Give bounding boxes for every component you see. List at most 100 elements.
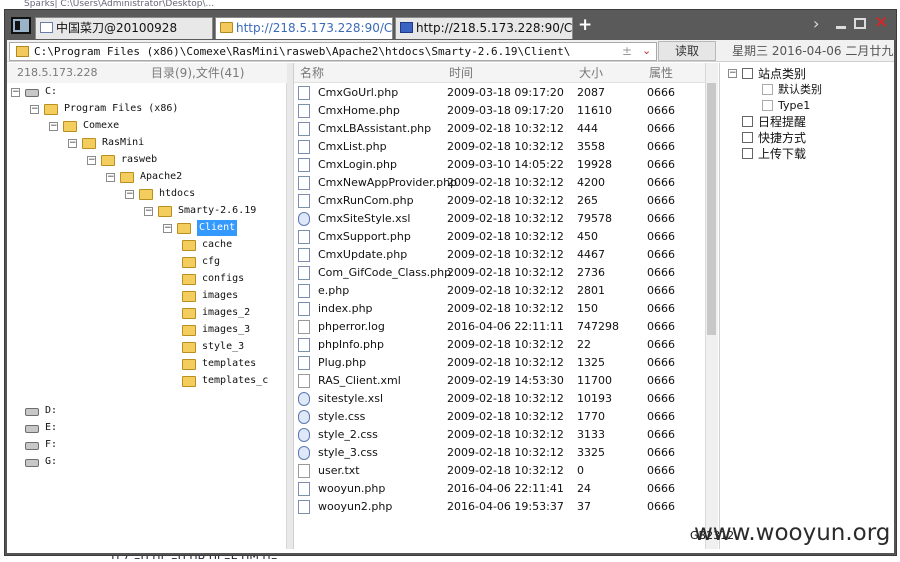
- folder-icon: [101, 155, 115, 166]
- table-row[interactable]: RAS_Client.xml 2009-02-19 14:53:30 11700 06…: [294, 372, 705, 390]
- php-file-icon: [298, 500, 310, 514]
- path-input[interactable]: C:\Program Files (x86)\Comexe\RasMini\ra…: [9, 42, 657, 61]
- table-row[interactable]: CmxRunCom.php 2009-02-18 10:32:12 265 0666: [294, 192, 705, 210]
- folder-icon: [182, 308, 196, 319]
- scrollbar-thumb[interactable]: [707, 83, 716, 335]
- column-attr[interactable]: 属性: [649, 65, 673, 81]
- table-row[interactable]: CmxUpdate.php 2009-02-18 10:32:12 4467 0666: [294, 246, 705, 264]
- column-size[interactable]: 大小: [579, 65, 603, 81]
- collapse-toggle[interactable]: −: [11, 88, 20, 97]
- table-row[interactable]: style.css 2009-02-18 10:32:12 1770 0666: [294, 408, 705, 426]
- tab-file-manager[interactable]: http://218.5.173.228:90/Clie...: [215, 17, 393, 39]
- collapse-toggle[interactable]: −: [30, 105, 39, 114]
- table-row[interactable]: CmxList.php 2009-02-18 10:32:12 3558 0666: [294, 138, 705, 156]
- collapse-toggle[interactable]: −: [728, 69, 737, 78]
- table-row[interactable]: Plug.php 2009-02-18 10:32:12 1325 0666: [294, 354, 705, 372]
- collapse-toggle[interactable]: −: [163, 224, 172, 233]
- file-time: 2009-02-18 10:32:12: [447, 266, 564, 279]
- side-panel-label: 上传下载: [758, 147, 807, 161]
- collapse-toggle[interactable]: −: [106, 173, 115, 182]
- folder-icon: [82, 138, 96, 149]
- tree-header: 218.5.173.228 目录(9),文件(41): [7, 63, 287, 83]
- tab-browser[interactable]: http://218.5.173.228:90/Clie...: [395, 17, 573, 39]
- collapse-toggle[interactable]: −: [87, 156, 96, 165]
- tree-node-label: Client: [197, 220, 238, 236]
- file-size: 747298: [577, 320, 619, 333]
- file-time: 2016-04-06 19:53:37: [447, 500, 564, 513]
- bookmark-toggle[interactable]: ±: [622, 43, 632, 59]
- file-attr: 0666: [647, 482, 675, 495]
- table-row[interactable]: CmxGoUrl.php 2009-03-18 09:17:20 2087 0666: [294, 84, 705, 102]
- table-row[interactable]: Com_GifCode_Class.php 2009-02-18 10:32:12…: [294, 264, 705, 282]
- file-attr: 0666: [647, 86, 675, 99]
- table-row[interactable]: CmxLBAssistant.php 2009-02-18 10:32:12 444…: [294, 120, 705, 138]
- tree-node-label: Program Files (x86): [64, 103, 179, 114]
- app-page-icon: [40, 22, 53, 33]
- php-file-icon: [298, 158, 310, 172]
- new-tab-button[interactable]: +: [578, 16, 592, 34]
- file-size: 2087: [577, 86, 605, 99]
- file-size: 150: [577, 302, 598, 315]
- table-row[interactable]: wooyun.php 2016-04-06 22:11:41 24 0666: [294, 480, 705, 498]
- table-row[interactable]: CmxHome.php 2009-03-18 09:17:20 11610 0666: [294, 102, 705, 120]
- file-attr: 0666: [647, 104, 675, 117]
- close-button[interactable]: ✕: [874, 14, 888, 32]
- folder-icon: [44, 104, 58, 115]
- file-list-header: 名称 时间 大小 属性: [294, 63, 705, 83]
- file-size: 450: [577, 230, 598, 243]
- collapse-toggle[interactable]: −: [125, 190, 134, 199]
- xsl-file-icon: [298, 212, 310, 226]
- file-attr: 0666: [647, 284, 675, 297]
- tree-node-label: cache: [202, 239, 233, 250]
- collapse-toggle[interactable]: −: [68, 139, 77, 148]
- file-time: 2009-02-18 10:32:12: [447, 122, 564, 135]
- file-attr: 0666: [647, 122, 675, 135]
- path-text: C:\Program Files (x86)\Comexe\RasMini\ra…: [34, 45, 571, 58]
- table-row[interactable]: user.txt 2009-02-18 10:32:12 0 0666: [294, 462, 705, 480]
- drive-icon: [25, 425, 39, 433]
- table-row[interactable]: style_3.css 2009-02-18 10:32:12 3325 0666: [294, 444, 705, 462]
- app-menu-button[interactable]: [11, 17, 31, 34]
- table-row[interactable]: index.php 2009-02-18 10:32:12 150 0666: [294, 300, 705, 318]
- file-attr: 0666: [647, 230, 675, 243]
- table-row[interactable]: CmxSupport.php 2009-02-18 10:32:12 450 0666: [294, 228, 705, 246]
- tree-node-label: images_2: [202, 307, 251, 318]
- table-row[interactable]: style_2.css 2009-02-18 10:32:12 3133 0666: [294, 426, 705, 444]
- doc-icon: [762, 84, 773, 95]
- file-name: RAS_Client.xml: [318, 374, 401, 387]
- table-row[interactable]: CmxNewAppProvider.php 2009-02-18 10:32:12…: [294, 174, 705, 192]
- read-button[interactable]: 读取: [658, 41, 716, 61]
- collapse-toggle[interactable]: −: [49, 122, 58, 131]
- table-row[interactable]: e.php 2009-02-18 10:32:12 2801 0666: [294, 282, 705, 300]
- table-row[interactable]: sitestyle.xsl 2009-02-18 10:32:12 10193 066…: [294, 390, 705, 408]
- watermark: www.wooyun.org: [694, 520, 891, 546]
- php-file-icon: [298, 86, 310, 100]
- file-size: 24: [577, 482, 591, 495]
- tab-home[interactable]: 中国菜刀@20100928: [35, 17, 213, 39]
- more-tabs-button[interactable]: ›: [813, 15, 819, 33]
- table-row[interactable]: CmxLogin.php 2009-03-10 14:05:22 19928 0666: [294, 156, 705, 174]
- chevron-down-icon[interactable]: ⌄: [642, 43, 651, 59]
- minimize-button[interactable]: [836, 26, 846, 29]
- collapse-toggle[interactable]: −: [144, 207, 153, 216]
- file-name: CmxGoUrl.php: [318, 86, 399, 99]
- file-attr: 0666: [647, 302, 675, 315]
- side-panel-label: 快捷方式: [758, 131, 807, 145]
- file-name: Plug.php: [318, 356, 367, 369]
- file-attr: 0666: [647, 392, 675, 405]
- maximize-button[interactable]: [854, 18, 866, 29]
- table-row[interactable]: wooyun2.php 2016-04-06 19:53:37 37 0666: [294, 498, 705, 516]
- tree-node-label: cfg: [202, 256, 221, 267]
- dir-file-count: 目录(9),文件(41): [151, 66, 245, 80]
- column-time[interactable]: 时间: [449, 65, 473, 81]
- table-row[interactable]: CmxSiteStyle.xsl 2009-02-18 10:32:12 79578…: [294, 210, 705, 228]
- column-name[interactable]: 名称: [300, 65, 324, 81]
- tab-label: 中国菜刀@20100928: [56, 21, 178, 35]
- file-name: CmxList.php: [318, 140, 387, 153]
- table-row[interactable]: phpInfo.php 2009-02-18 10:32:12 22 0666: [294, 336, 705, 354]
- drive-icon: [25, 442, 39, 450]
- table-row[interactable]: phperror.log 2016-04-06 22:11:11 747298 066…: [294, 318, 705, 336]
- file-size: 265: [577, 194, 598, 207]
- tree-node-label: C:: [45, 86, 58, 97]
- pane-splitter[interactable]: [287, 63, 294, 549]
